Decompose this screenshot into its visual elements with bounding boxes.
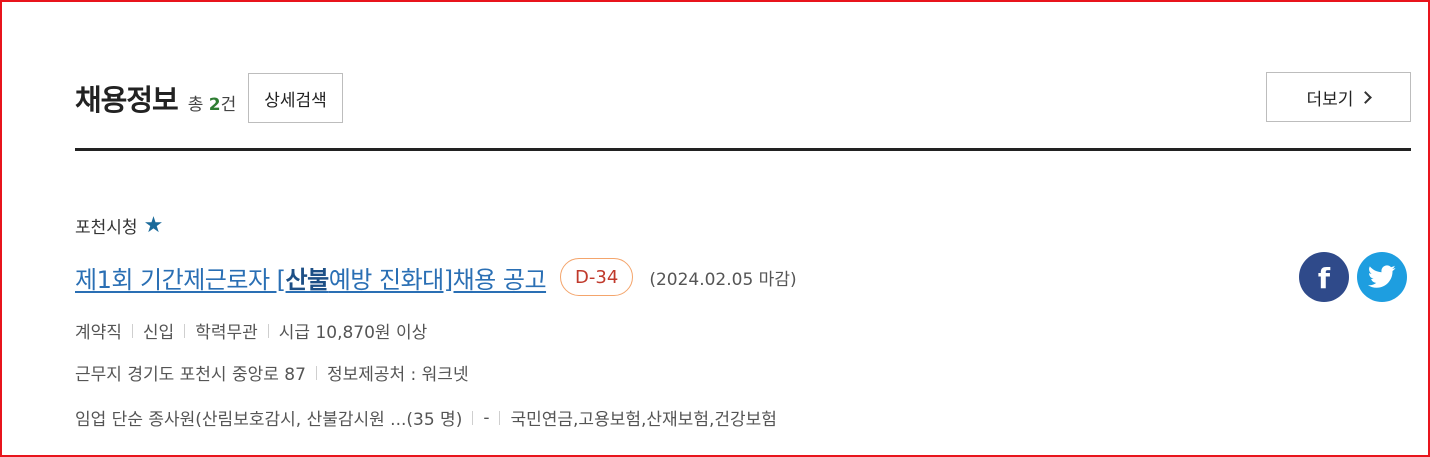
- header-divider: [75, 148, 1411, 151]
- twitter-icon: [1368, 265, 1396, 288]
- career-level: 신입: [142, 323, 175, 343]
- more-button-label: 더보기: [1306, 89, 1354, 110]
- detail-search-button[interactable]: 상세검색: [248, 73, 343, 123]
- education: 학력무관: [195, 323, 258, 343]
- job-title-after: 예방 진화대]채용 공고: [328, 265, 547, 294]
- separator: [184, 323, 186, 338]
- job-organization: 포천시청 ★: [75, 213, 163, 238]
- job-title-row: 제1회 기간제근로자 [산불예방 진화대]채용 공고 D-34 (2024.02…: [75, 258, 797, 296]
- chevron-right-icon: [1359, 91, 1373, 104]
- job-title-before: 제1회 기간제근로자 [: [75, 265, 286, 294]
- job-category: 임업 단순 종사원(산림보호감시, 산불감시원 ...(35 명): [75, 410, 463, 430]
- extra-field: -: [483, 407, 490, 428]
- twitter-share-button[interactable]: [1357, 252, 1407, 302]
- wage: 시급 10,870원 이상: [278, 323, 428, 343]
- screenshot-frame: [0, 0, 1430, 457]
- more-button[interactable]: 더보기: [1266, 72, 1411, 122]
- benefits: 국민연금,고용보험,산재보험,건강보험: [510, 410, 777, 430]
- employment-type: 계약직: [75, 323, 122, 343]
- separator: [267, 323, 269, 338]
- facebook-share-button[interactable]: f: [1299, 252, 1349, 302]
- star-icon[interactable]: ★: [144, 214, 164, 237]
- job-conditions-row: 계약직 신입 학력무관 시급 10,870원 이상: [75, 318, 427, 343]
- job-section-header: 채용정보 총 2건 상세검색 더보기: [75, 72, 1411, 124]
- count-prefix: 총: [187, 94, 204, 115]
- dday-badge: D-34: [560, 258, 634, 296]
- info-provider: 정보제공처 : 워크넷: [326, 365, 469, 385]
- deadline-text: (2024.02.05 마감): [649, 269, 797, 290]
- count-suffix: 건: [220, 94, 237, 115]
- count-number: 2: [208, 94, 221, 115]
- job-title-highlight: 산불: [285, 265, 330, 294]
- organization-name: 포천시청: [75, 218, 138, 238]
- result-count: 총 2건: [188, 90, 237, 115]
- separator: [315, 365, 317, 380]
- separator: [131, 323, 133, 338]
- separator: [499, 410, 501, 425]
- separator: [472, 410, 474, 425]
- job-extra-row: 임업 단순 종사원(산림보호감시, 산불감시원 ...(35 명) - 국민연금…: [75, 405, 777, 431]
- job-location-row: 근무지 경기도 포천시 중앙로 87 정보제공처 : 워크넷: [75, 360, 469, 385]
- work-location: 근무지 경기도 포천시 중앙로 87: [75, 365, 306, 385]
- job-title-link[interactable]: 제1회 기간제근로자 [산불예방 진화대]채용 공고: [75, 260, 547, 295]
- section-title: 채용정보: [75, 83, 179, 117]
- facebook-icon: f: [1317, 262, 1331, 295]
